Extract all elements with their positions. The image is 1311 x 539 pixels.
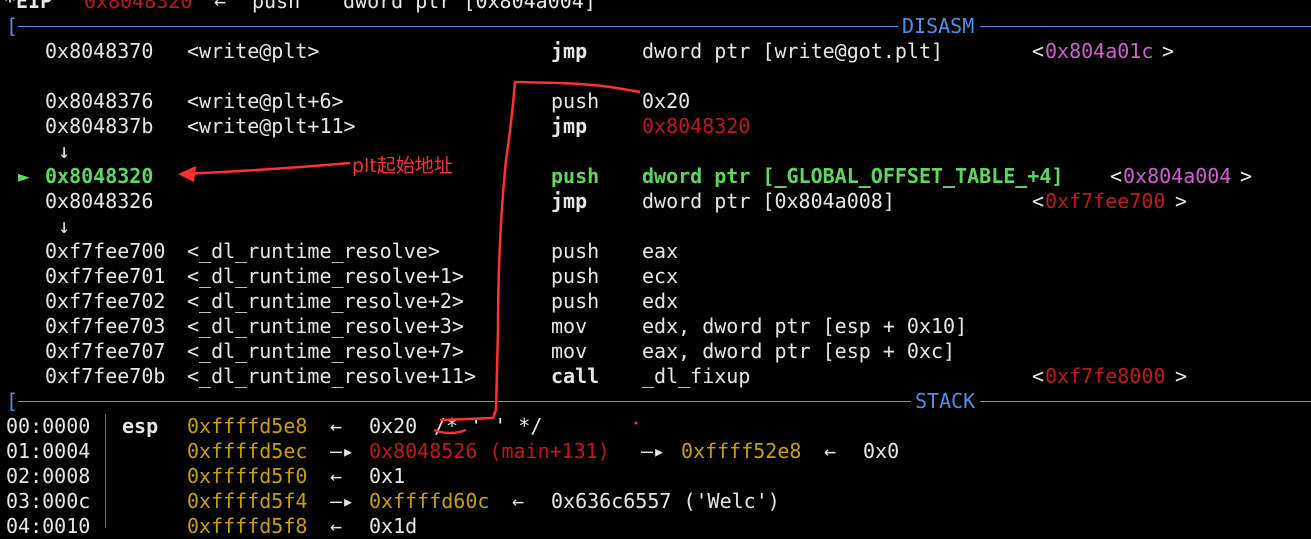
annotation-bracket-line xyxy=(439,80,641,422)
annotation-underline xyxy=(433,428,467,435)
annotation-arrow-line xyxy=(181,161,351,176)
annotation-arrowhead-icon xyxy=(178,166,196,182)
annotation-label: plt起始地址 xyxy=(352,155,453,177)
annotation-overlay xyxy=(178,80,641,435)
annotation-dot xyxy=(634,421,638,425)
